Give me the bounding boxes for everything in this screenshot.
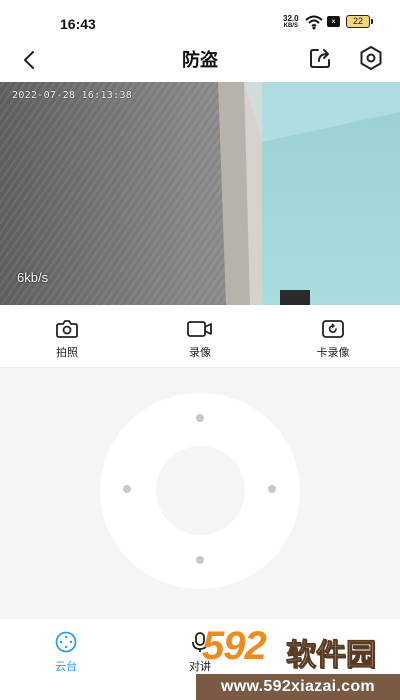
record-button[interactable]: 录像 bbox=[150, 305, 250, 368]
network-speed: 32.0 KB/S bbox=[283, 15, 299, 30]
watermark-url: www.592xiazai.com bbox=[196, 674, 400, 700]
watermark-brand-text: 软件园 bbox=[286, 639, 377, 673]
record-label: 录像 bbox=[189, 347, 211, 359]
action-bar: 拍照 录像 卡录像 bbox=[0, 305, 400, 368]
share-icon[interactable] bbox=[308, 46, 332, 70]
battery-indicator: 22 bbox=[346, 15, 373, 28]
camera-frame bbox=[0, 82, 400, 305]
video-camera-icon bbox=[187, 321, 212, 337]
snapshot-label: 拍照 bbox=[56, 347, 78, 359]
wifi-icon bbox=[305, 15, 323, 30]
card-playback-label: 卡录像 bbox=[316, 347, 350, 359]
status-bar: 16:43 32.0 KB/S × 22 bbox=[0, 0, 400, 44]
card-playback-icon bbox=[322, 320, 344, 338]
page-title: 防盗 bbox=[182, 50, 218, 70]
ptz-control-area bbox=[0, 369, 400, 619]
status-time: 16:43 bbox=[60, 16, 96, 32]
ptz-icon bbox=[55, 631, 77, 653]
settings-icon[interactable] bbox=[358, 45, 384, 71]
video-feed[interactable]: 2022-07-28 16:13:38 6kb/s bbox=[0, 82, 400, 305]
watermark-brand-number: 592 bbox=[202, 624, 267, 668]
watermark-brand: 592 软件园 bbox=[196, 622, 400, 674]
header-bar: 防盗 bbox=[0, 44, 400, 82]
ptz-right-dot[interactable] bbox=[268, 485, 276, 493]
ptz-left-dot[interactable] bbox=[123, 485, 131, 493]
network-speed-unit: KB/S bbox=[283, 23, 298, 29]
camera-icon bbox=[56, 320, 78, 338]
sim-status-icon: × bbox=[327, 16, 340, 27]
ptz-up-dot[interactable] bbox=[196, 414, 204, 422]
video-bitrate: 6kb/s bbox=[17, 270, 49, 285]
network-speed-value: 32.0 bbox=[283, 14, 299, 23]
ptz-down-dot[interactable] bbox=[196, 556, 204, 564]
snapshot-button[interactable]: 拍照 bbox=[17, 305, 117, 368]
card-playback-button[interactable]: 卡录像 bbox=[283, 305, 383, 368]
ptz-center[interactable] bbox=[156, 446, 245, 535]
tab-ptz[interactable]: 云台 bbox=[26, 631, 106, 674]
watermark-logo: 592 软件园 www.592xiazai.com bbox=[196, 622, 400, 700]
video-timestamp: 2022-07-28 16:13:38 bbox=[12, 90, 133, 101]
tab-ptz-label: 云台 bbox=[55, 661, 77, 673]
